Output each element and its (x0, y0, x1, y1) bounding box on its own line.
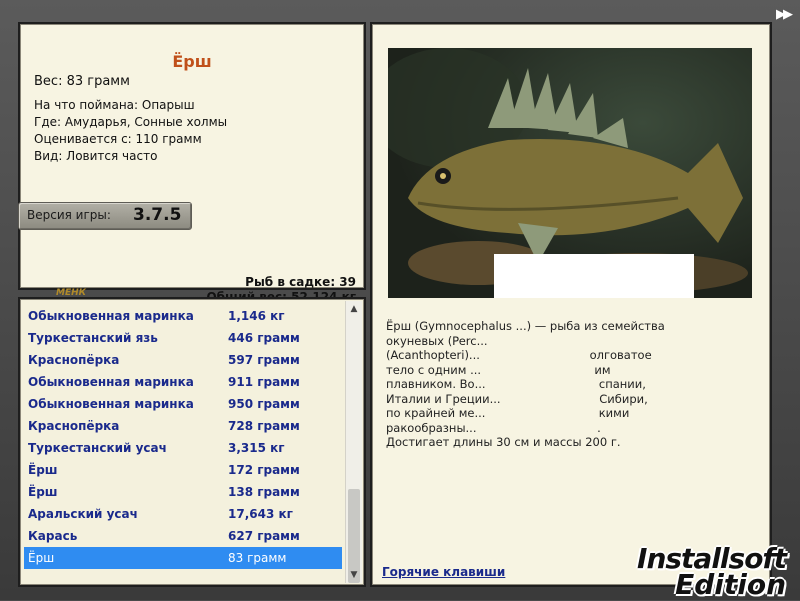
watermark-line2: Edition (675, 568, 786, 601)
catch-fish-weight: 728 грамм (228, 419, 300, 433)
fish-photo (388, 48, 752, 298)
fish-detail-panel: Ёрш (Gymnocephalus ...) — рыба из семейс… (370, 22, 772, 587)
image-occlusion (494, 254, 694, 298)
fast-forward-icon[interactable]: ▶▶ (772, 8, 794, 22)
description-line: (Acanthopteri)... олговатое (386, 348, 652, 362)
fish-properties: На что поймана: Опарыш Где: Амударья, Со… (34, 97, 227, 165)
caught-with: На что поймана: Опарыш (34, 98, 195, 112)
hotkeys-link[interactable]: Горячие клавиши (382, 565, 505, 579)
catch-fish-name: Ёрш (28, 463, 58, 477)
catch-fish-weight: 83 грамм (228, 551, 287, 565)
fish-title: Ёрш (172, 52, 212, 71)
fish-info-panel: Ёрш Вес: 83 грамм На что поймана: Опарыш… (18, 22, 366, 304)
catch-row[interactable]: Туркестанский усач 3,315 кг (24, 437, 342, 459)
catch-fish-name: Аральский усач (28, 507, 138, 521)
scroll-down-icon[interactable]: ▼ (346, 567, 362, 583)
catch-fish-weight: 911 грамм (228, 375, 300, 389)
catch-list-panel: Обыкновенная маринка 1,146 кг Туркестански… (18, 297, 366, 587)
catch-fish-name: Краснопёрка (28, 353, 120, 367)
catch-fish-name: Карась (28, 529, 78, 543)
description-line: Ёрш (Gymnocephalus ...) — рыба из семейс… (386, 319, 665, 333)
description-line: плавником. Во... спании, (386, 377, 646, 391)
catch-fish-weight: 3,315 кг (228, 441, 285, 455)
scroll-up-icon[interactable]: ▲ (346, 301, 362, 317)
catch-row[interactable]: Карась 627 грамм (24, 525, 342, 547)
catch-fish-name: Ёрш (28, 485, 58, 499)
fish-description: Ёрш (Gymnocephalus ...) — рыба из семейс… (386, 319, 756, 450)
app-frame: ▶▶ Ёрш Вес: 83 грамм На что поймана: Опа… (0, 0, 800, 601)
catch-fish-weight: 597 грамм (228, 353, 300, 367)
fish-kind: Вид: Ловится часто (34, 149, 158, 163)
catch-fish-name: Обыкновенная маринка (28, 375, 194, 389)
description-line: Италии и Греции... Сибири, (386, 391, 648, 406)
catch-fish-name: Ёрш (28, 551, 55, 565)
fish-in-net: Рыб в садке: 39 (245, 275, 356, 289)
catch-row[interactable]: Обыкновенная маринка 1,146 кг (24, 305, 342, 327)
description-line: по крайней ме... кими (386, 406, 630, 420)
catch-row[interactable]: Ёрш 83 грамм (24, 547, 342, 569)
version-label: Версия игры: (27, 208, 111, 222)
description-line: ракообразны... . (386, 420, 601, 435)
catch-fish-weight: 17,643 кг (228, 507, 293, 521)
version-badge: Версия игры: 3.7.5 (18, 202, 192, 230)
catch-list[interactable]: Обыкновенная маринка 1,146 кг Туркестански… (22, 301, 344, 583)
catch-fish-weight: 446 грамм (228, 331, 300, 345)
catch-fish-name: Обыкновенная маринка (28, 397, 194, 411)
catch-fish-name: Туркестанский язь (28, 331, 158, 345)
catch-fish-weight: 627 грамм (228, 529, 300, 543)
catch-row[interactable]: Ёрш 172 грамм (24, 459, 342, 481)
catch-row[interactable]: Аральский усач 17,643 кг (24, 503, 342, 525)
catch-fish-name: Краснопёрка (28, 419, 120, 433)
caught-where: Где: Амударья, Сонные холмы (34, 115, 228, 129)
catch-fish-name: Обыкновенная маринка (28, 309, 194, 323)
catch-row[interactable]: Обыкновенная маринка 950 грамм (24, 393, 342, 415)
catch-row[interactable]: Обыкновенная маринка 911 грамм (24, 371, 342, 393)
description-line: тело с одним ... им (386, 362, 611, 377)
catch-row[interactable]: Краснопёрка 597 грамм (24, 349, 342, 371)
description-line: окуневых (Perc... (386, 333, 488, 348)
catch-row[interactable]: Краснопёрка 728 грамм (24, 415, 342, 437)
fish-weight: Вес: 83 грамм (34, 74, 130, 89)
catch-fish-weight: 172 грамм (228, 463, 300, 477)
catch-fish-name: Туркестанский усач (28, 441, 167, 455)
valued-from: Оценивается с: 110 грамм (34, 132, 202, 146)
installsoft-watermark: Installsoft Edition (634, 528, 792, 601)
description-line: Достигает длины 30 см и массы 200 г. (386, 435, 621, 449)
catch-row[interactable]: Туркестанский язь 446 грамм (24, 327, 342, 349)
catch-fish-weight: 950 грамм (228, 397, 300, 411)
list-scrollbar[interactable]: ▲ ▼ (345, 301, 362, 583)
catch-fish-weight: 1,146 кг (228, 309, 285, 323)
catch-fish-weight: 138 грамм (228, 485, 300, 499)
catch-row[interactable]: Ёрш 138 грамм (24, 481, 342, 503)
version-number: 3.7.5 (133, 205, 182, 225)
